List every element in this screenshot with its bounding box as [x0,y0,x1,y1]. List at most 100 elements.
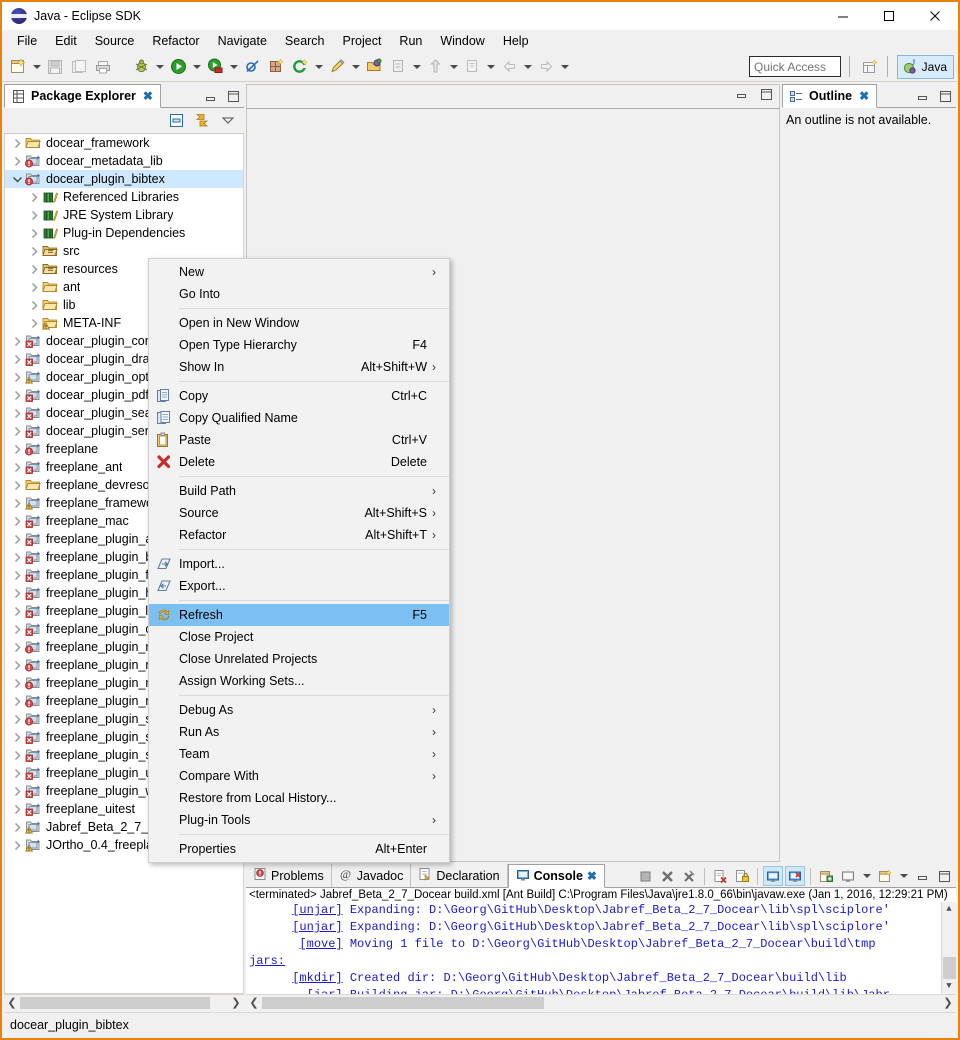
chevron-right-icon[interactable] [9,620,25,638]
menu-item-export[interactable]: Export... [149,575,449,597]
console-vscrollbar[interactable]: ▲ ▼ [941,902,956,994]
tree-item[interactable]: docear_plugin_bibtex [5,170,243,188]
scroll-thumb[interactable] [942,957,956,979]
display-selected-console-icon[interactable] [838,866,858,886]
minimize-icon[interactable] [820,2,866,30]
menu-file[interactable]: File [8,32,46,50]
next-annotation-icon[interactable] [386,55,410,79]
run-icon[interactable] [166,55,190,79]
chevron-right-icon[interactable] [26,260,42,278]
previous-annotation-icon[interactable] [423,55,447,79]
new-java-class-dropdown-icon[interactable] [312,55,325,79]
tree-item[interactable]: docear_metadata_lib [5,152,243,170]
remove-all-launches-icon[interactable] [679,866,699,886]
chevron-right-icon[interactable] [9,764,25,782]
new-annotation-icon[interactable] [325,55,349,79]
chevron-right-icon[interactable] [9,800,25,818]
maximize-icon[interactable] [866,2,912,30]
menu-run[interactable]: Run [390,32,431,50]
debug-icon[interactable] [129,55,153,79]
forward-history-dropdown-icon[interactable] [558,55,571,79]
remove-launch-icon[interactable] [657,866,677,886]
menu-navigate[interactable]: Navigate [209,32,276,50]
chevron-down-icon[interactable] [897,864,910,888]
chevron-right-icon[interactable] [9,710,25,728]
print-icon[interactable] [91,55,115,79]
menu-item-go-into[interactable]: Go Into [149,283,449,305]
link-with-editor-icon[interactable] [194,113,211,128]
menu-edit[interactable]: Edit [46,32,86,50]
menu-source[interactable]: Source [86,32,144,50]
tab-outline[interactable]: Outline ✖ [782,84,878,108]
forward-icon[interactable] [534,55,558,79]
console-task-link[interactable]: [unjar] [292,920,342,934]
chevron-right-icon[interactable] [9,404,25,422]
chevron-right-icon[interactable] [26,188,42,206]
chevron-right-icon[interactable] [9,548,25,566]
new-wizard-dropdown-icon[interactable] [30,55,43,79]
menu-item-refactor[interactable]: Refactor Alt+Shift+T › [149,524,449,546]
chevron-right-icon[interactable] [9,656,25,674]
chevron-right-icon[interactable] [9,836,25,854]
menu-window[interactable]: Window [431,32,493,50]
terminate-icon[interactable] [635,866,655,886]
chevron-right-icon[interactable] [9,350,25,368]
menu-item-run-as[interactable]: Run As › [149,721,449,743]
chevron-right-icon[interactable] [9,422,25,440]
console-task-link[interactable]: jars: [249,954,285,968]
chevron-right-icon[interactable] [9,602,25,620]
menu-item-assign-working-sets[interactable]: Assign Working Sets... [149,670,449,692]
run-external-dropdown-icon[interactable] [227,55,240,79]
menu-item-restore-from-local-history[interactable]: Restore from Local History... [149,787,449,809]
menu-refactor[interactable]: Refactor [143,32,208,50]
package-explorer-hscrollbar[interactable]: ❮ ❯ [4,994,244,1010]
tree-item[interactable]: Plug-in Dependencies [5,224,243,242]
menu-help[interactable]: Help [494,32,538,50]
chevron-right-icon[interactable] [9,494,25,512]
menu-item-paste[interactable]: Paste Ctrl+V [149,429,449,451]
back-history-dropdown-icon[interactable] [521,55,534,79]
save-icon[interactable] [43,55,67,79]
menu-item-close-unrelated-projects[interactable]: Close Unrelated Projects [149,648,449,670]
menu-item-refresh[interactable]: Refresh F5 [149,604,449,626]
run-external-tools-icon[interactable] [203,55,227,79]
chevron-right-icon[interactable] [26,206,42,224]
chevron-right-icon[interactable] [9,134,25,152]
console-task-link[interactable]: [mkdir] [292,971,342,985]
chevron-right-icon[interactable] [9,332,25,350]
console-hscrollbar[interactable]: ❮ ❯ [246,994,956,1010]
menu-item-open-type-hierarchy[interactable]: Open Type Hierarchy F4 [149,334,449,356]
scroll-left-icon[interactable]: ❮ [246,996,262,1009]
menu-item-source[interactable]: Source Alt+Shift+S › [149,502,449,524]
chevron-right-icon[interactable] [9,746,25,764]
console-task-link[interactable]: [unjar] [292,903,342,917]
scroll-right-icon[interactable]: ❯ [940,996,956,1009]
tree-item[interactable]: Referenced Libraries [5,188,243,206]
console-task-link[interactable]: [jar] [307,988,343,994]
menu-item-plug-in-tools[interactable]: Plug-in Tools › [149,809,449,831]
save-all-icon[interactable] [67,55,91,79]
minimize-icon[interactable] [735,88,748,101]
maximize-icon[interactable] [227,90,240,103]
new-java-package-icon[interactable] [264,55,288,79]
menu-item-open-in-new-window[interactable]: Open in New Window [149,312,449,334]
chevron-right-icon[interactable] [9,692,25,710]
menu-item-import[interactable]: Import... [149,553,449,575]
chevron-right-icon[interactable] [9,386,25,404]
back-icon[interactable] [497,55,521,79]
tree-item[interactable]: docear_framework [5,134,243,152]
chevron-right-icon[interactable] [9,818,25,836]
minimize-icon[interactable] [912,866,932,886]
show-console-on-output-icon[interactable] [763,866,783,886]
chevron-right-icon[interactable] [9,512,25,530]
chevron-right-icon[interactable] [26,296,42,314]
tab-problems[interactable]: Problems [246,864,332,887]
chevron-right-icon[interactable] [9,584,25,602]
tree-item[interactable]: JRE System Library [5,206,243,224]
perspective-java-button[interactable]: J Java [896,55,954,79]
view-menu-icon[interactable] [221,114,235,127]
chevron-right-icon[interactable] [9,440,25,458]
debug-dropdown-icon[interactable] [153,55,166,79]
pin-console-icon[interactable] [816,866,836,886]
maximize-icon[interactable] [934,866,954,886]
